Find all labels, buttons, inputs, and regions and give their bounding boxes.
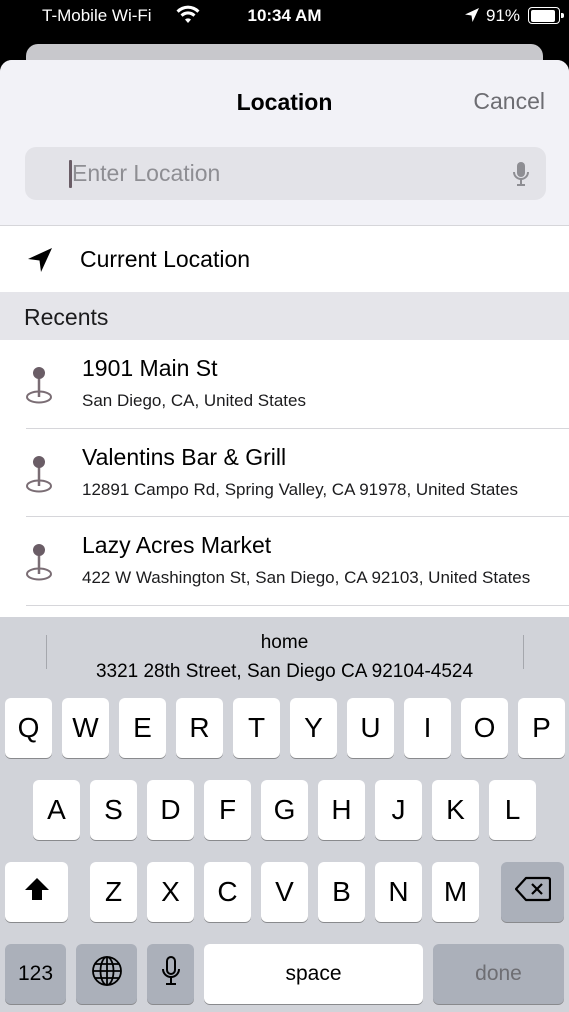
sheet-header: Location Cancel bbox=[0, 60, 569, 225]
microphone-icon bbox=[161, 955, 181, 993]
search-field[interactable] bbox=[25, 147, 546, 200]
key-n[interactable]: N bbox=[375, 862, 422, 922]
key-u[interactable]: U bbox=[347, 698, 394, 758]
recent-item-address: 12891 Campo Rd, Spring Valley, CA 91978,… bbox=[82, 479, 518, 499]
key-d[interactable]: D bbox=[147, 780, 194, 840]
numbers-key[interactable]: 123 bbox=[5, 944, 66, 1004]
key-q[interactable]: Q bbox=[5, 698, 52, 758]
key-k[interactable]: K bbox=[432, 780, 479, 840]
current-location-label: Current Location bbox=[80, 246, 251, 272]
recent-item[interactable]: Valentins Bar & Grill 12891 Campo Rd, Sp… bbox=[0, 429, 569, 517]
key-o[interactable]: O bbox=[461, 698, 508, 758]
recent-item-name: Valentins Bar & Grill bbox=[82, 443, 287, 470]
key-v[interactable]: V bbox=[261, 862, 308, 922]
map-pin-icon bbox=[24, 454, 54, 499]
space-key[interactable]: space bbox=[204, 944, 423, 1004]
recent-item-name: Lazy Acres Market bbox=[82, 532, 272, 558]
recent-item[interactable]: 1901 Main St San Diego, CA, United State… bbox=[0, 340, 569, 429]
key-r[interactable]: R bbox=[176, 698, 223, 758]
key-l[interactable]: L bbox=[489, 780, 536, 840]
key-h[interactable]: H bbox=[318, 780, 365, 840]
delete-icon bbox=[514, 876, 551, 909]
battery-percentage: 91% bbox=[486, 6, 521, 25]
key-c[interactable]: C bbox=[204, 862, 251, 922]
key-y[interactable]: Y bbox=[290, 698, 337, 758]
separator bbox=[26, 604, 569, 606]
key-j[interactable]: J bbox=[375, 780, 422, 840]
key-x[interactable]: X bbox=[147, 862, 194, 922]
location-arrow-icon bbox=[464, 7, 480, 28]
key-s[interactable]: S bbox=[90, 780, 137, 840]
key-p[interactable]: P bbox=[518, 698, 565, 758]
current-location-row[interactable]: Current Location bbox=[0, 225, 569, 292]
map-pin-icon bbox=[24, 365, 54, 410]
recent-item-name: 1901 Main St bbox=[82, 355, 218, 381]
keyboard: home 3321 28th Street, San Diego CA 9210… bbox=[0, 617, 569, 1012]
suggestion-title: home bbox=[260, 632, 309, 653]
status-bar: T-Mobile Wi-Fi 10:34 AM 91% bbox=[0, 0, 569, 34]
key-f[interactable]: F bbox=[204, 780, 251, 840]
location-search-input[interactable] bbox=[72, 147, 492, 200]
map-pin-icon bbox=[24, 542, 54, 587]
done-key[interactable]: done bbox=[433, 944, 564, 1004]
key-g[interactable]: G bbox=[261, 780, 308, 840]
key-i[interactable]: I bbox=[404, 698, 451, 758]
key-t[interactable]: T bbox=[233, 698, 280, 758]
clock: 10:34 AM bbox=[247, 6, 322, 25]
recents-header-label: Recents bbox=[24, 304, 109, 330]
recent-item-address: San Diego, CA, United States bbox=[82, 391, 306, 410]
key-w[interactable]: W bbox=[62, 698, 109, 758]
key-m[interactable]: M bbox=[432, 862, 479, 922]
cancel-button[interactable]: Cancel bbox=[473, 88, 545, 115]
key-b[interactable]: B bbox=[318, 862, 365, 922]
key-z[interactable]: Z bbox=[90, 862, 137, 922]
dictation-key[interactable] bbox=[147, 944, 194, 1004]
delete-key[interactable] bbox=[501, 862, 564, 922]
globe-key[interactable] bbox=[76, 944, 137, 1004]
recents-header: Recents bbox=[0, 292, 569, 340]
suggestion-address: 3321 28th Street, San Diego CA 92104-452… bbox=[95, 661, 474, 682]
recents-list: 1901 Main St San Diego, CA, United State… bbox=[0, 340, 569, 606]
keyboard-suggestion[interactable]: home 3321 28th Street, San Diego CA 9210… bbox=[0, 617, 569, 687]
key-a[interactable]: A bbox=[33, 780, 80, 840]
recent-item[interactable]: Lazy Acres Market 422 W Washington St, S… bbox=[0, 517, 569, 606]
shift-icon bbox=[24, 876, 50, 908]
microphone-icon[interactable] bbox=[512, 161, 530, 192]
globe-icon bbox=[91, 955, 123, 994]
key-e[interactable]: E bbox=[119, 698, 166, 758]
shift-key[interactable] bbox=[5, 862, 68, 922]
battery-icon bbox=[528, 7, 564, 24]
recent-item-address: 422 W Washington St, San Diego, CA 92103… bbox=[82, 568, 531, 587]
location-arrow-icon bbox=[26, 246, 54, 279]
